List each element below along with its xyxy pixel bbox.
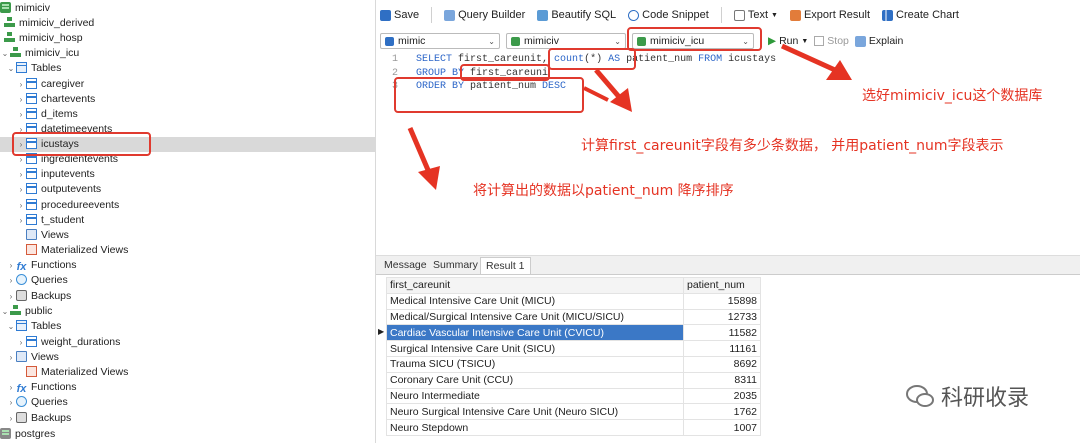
table-header-row: first_careunit patient_num: [386, 277, 761, 294]
cell-num[interactable]: 15898: [683, 292, 761, 310]
table-row[interactable]: Neuro Stepdown 1007: [386, 419, 761, 436]
table-row[interactable]: Coronary Care Unit (CCU) 8311: [386, 371, 761, 389]
table-row[interactable]: Medical Intensive Care Unit (MICU) 15898: [386, 292, 761, 310]
cell-num[interactable]: 2035: [683, 387, 761, 405]
cell-num[interactable]: 1762: [683, 403, 761, 421]
cell-num[interactable]: 11582: [683, 324, 761, 342]
table-row[interactable]: Neuro Surgical Intensive Care Unit (Neur…: [386, 403, 761, 421]
arrow-icon: [583, 86, 609, 102]
arrow-icon: [407, 127, 431, 171]
cell-unit[interactable]: Medical Intensive Care Unit (MICU): [386, 292, 684, 310]
cell-num[interactable]: 8692: [683, 355, 761, 373]
annotation-schema: 选好mimiciv_icu这个数据库: [862, 88, 1043, 104]
cell-num[interactable]: 12733: [683, 308, 761, 326]
current-row-marker-icon: ▶: [378, 327, 385, 336]
tab-result-1[interactable]: Result 1: [480, 257, 531, 275]
cell-num[interactable]: 8311: [683, 371, 761, 389]
tab-message[interactable]: Message: [379, 257, 432, 274]
table-row[interactable]: Neuro Intermediate 2035: [386, 387, 761, 405]
table-row[interactable]: Surgical Intensive Care Unit (SICU) 11161: [386, 340, 761, 357]
cell-unit[interactable]: Coronary Care Unit (CCU): [386, 371, 684, 389]
tab-summary[interactable]: Summary: [428, 257, 483, 274]
table-row[interactable]: Medical/Surgical Intensive Care Unit (MI…: [386, 308, 761, 326]
arrow-head-icon: [418, 166, 440, 190]
cell-unit[interactable]: Cardiac Vascular Intensive Care Unit (CV…: [386, 324, 684, 342]
column-header[interactable]: first_careunit: [386, 277, 684, 294]
table-row[interactable]: Trauma SICU (TSICU) 8692: [386, 355, 761, 373]
cell-num[interactable]: 11161: [683, 340, 761, 357]
result-grid: ▶ first_careunit patient_num Medical Int…: [376, 274, 1080, 443]
wechat-logo-icon: [906, 385, 934, 407]
annotation-count: 计算first_careunit字段有多少条数据， 并用patient_num字…: [581, 138, 1004, 154]
cell-unit[interactable]: Neuro Intermediate: [386, 387, 684, 405]
result-tabs: Message Summary Result 1: [376, 255, 1080, 275]
table-row-selected[interactable]: Cardiac Vascular Intensive Care Unit (CV…: [386, 324, 761, 342]
result-table: first_careunit patient_num Medical Inten…: [386, 277, 761, 436]
cell-unit[interactable]: Surgical Intensive Care Unit (SICU): [386, 340, 684, 357]
watermark: 科研收录: [905, 380, 1029, 412]
cell-num[interactable]: 1007: [683, 419, 761, 436]
annotation-order: 将计算出的数据以patient_num 降序排序: [473, 183, 734, 199]
cell-unit[interactable]: Neuro Surgical Intensive Care Unit (Neur…: [386, 403, 684, 421]
cell-unit[interactable]: Neuro Stepdown: [386, 419, 684, 436]
arrow-icon: [780, 43, 837, 73]
cell-unit[interactable]: Medical/Surgical Intensive Care Unit (MI…: [386, 308, 684, 326]
column-header[interactable]: patient_num: [683, 277, 761, 294]
cell-unit[interactable]: Trauma SICU (TSICU): [386, 355, 684, 373]
